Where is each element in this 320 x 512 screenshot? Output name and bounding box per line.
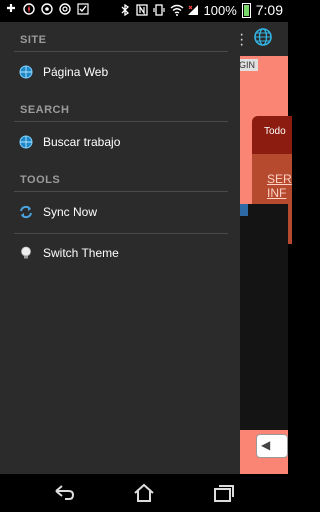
app-card-link[interactable]: SER INF [267, 172, 292, 200]
sync-icon [19, 205, 35, 221]
drawer-item-label: Sync Now [43, 205, 98, 219]
divider [14, 191, 228, 192]
globe-icon [19, 135, 35, 151]
drawer-item-sync-now[interactable]: Sync Now [0, 194, 240, 232]
app-floating-button[interactable]: ◀ [256, 434, 288, 458]
drawer-item-label: Página Web [43, 65, 109, 79]
globe-icon[interactable] [253, 27, 273, 47]
app-card-header-text: Todo [264, 126, 286, 137]
app-dark-panel [240, 204, 288, 430]
back-icon[interactable] [52, 483, 76, 503]
drawer-item-label: Buscar trabajo [43, 135, 121, 149]
clock: 7:09 [255, 2, 283, 18]
lightbulb-icon [19, 246, 35, 262]
drawer-item-switch-theme[interactable]: Switch Theme [0, 235, 240, 273]
navigation-bar [0, 474, 288, 512]
drawer-item-buscar-trabajo[interactable]: Buscar trabajo [0, 124, 240, 162]
divider [14, 121, 228, 122]
home-icon[interactable] [132, 483, 156, 503]
check-icon [77, 3, 89, 15]
compass-icon [23, 3, 35, 15]
back-arrow-icon: ◀ [261, 438, 271, 452]
divider [14, 51, 228, 52]
drawer-item-pagina-web[interactable]: Página Web [0, 54, 240, 92]
signal-icon [187, 4, 199, 16]
chrome-icon [59, 3, 71, 15]
drawer-item-label: Switch Theme [43, 246, 119, 260]
add-icon: ✚ [6, 3, 16, 15]
section-title-site: SITE [20, 34, 47, 46]
vibrate-icon [152, 4, 165, 16]
system-icons: 100% 7:09 [119, 2, 283, 18]
section-title-search: SEARCH [20, 104, 70, 116]
status-bar: ✚ 100% 7:09 [0, 0, 288, 22]
recent-apps-icon[interactable] [212, 483, 236, 503]
globe-icon [19, 65, 35, 81]
divider [14, 233, 228, 234]
wifi-icon [170, 4, 183, 16]
battery-icon [241, 2, 251, 18]
battery-percent: 100% [203, 2, 237, 18]
navigation-drawer: SITE Página Web SEARCH Buscar trabajo TO… [0, 22, 240, 474]
whatsapp-icon [41, 3, 53, 15]
section-title-tools: TOOLS [20, 174, 61, 186]
notification-icons: ✚ [5, 3, 89, 15]
bluetooth-icon [119, 3, 131, 17]
app-card-header: Todo [252, 116, 292, 154]
nfc-icon [135, 4, 148, 16]
